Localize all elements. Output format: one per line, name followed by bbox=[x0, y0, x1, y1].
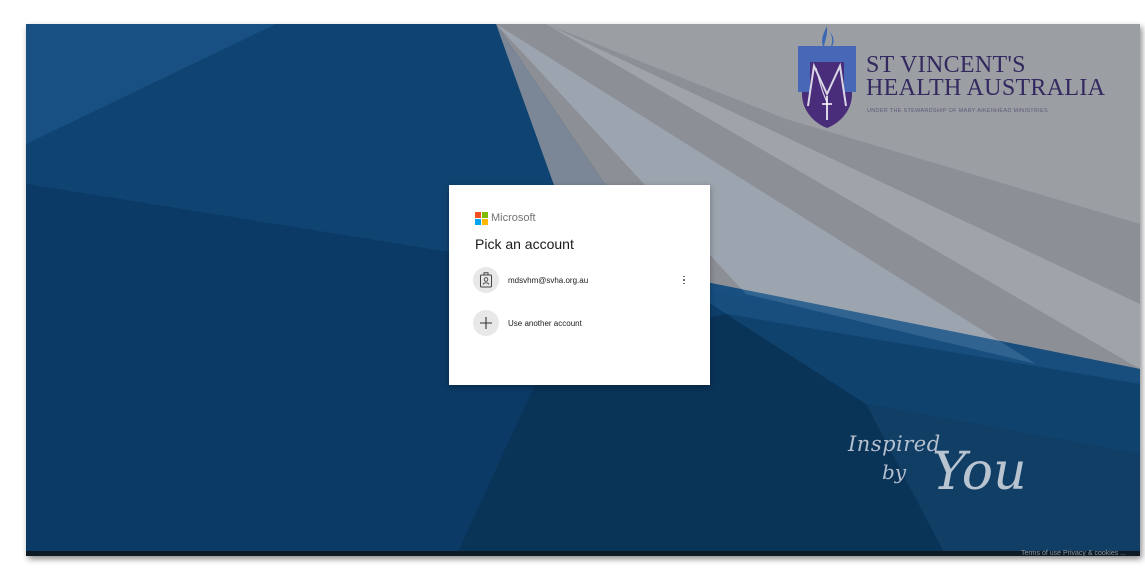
org-name-line1: ST VINCENT'S bbox=[866, 52, 1026, 78]
crest-icon bbox=[798, 26, 856, 128]
svha-logo: ST VINCENT'S HEALTH AUSTRALIA UNDER THE … bbox=[794, 24, 1134, 136]
slogan-word-you: You bbox=[932, 442, 1027, 502]
account-picker-dialog: Microsoft Pick an account mdsvhm@svha.or… bbox=[449, 185, 710, 385]
screenshot-frame: ST VINCENT'S HEALTH AUSTRALIA UNDER THE … bbox=[0, 0, 1145, 579]
org-tagline: UNDER THE STEWARDSHIP OF MARY AIKENHEAD … bbox=[867, 108, 1048, 114]
footer-links[interactable]: Terms of use Privacy & cookies ... bbox=[1021, 550, 1126, 556]
dialog-title: Pick an account bbox=[475, 236, 574, 252]
account-tile[interactable]: mdsvhm@svha.org.au bbox=[469, 265, 695, 295]
badge-icon bbox=[473, 267, 499, 293]
org-name-line2: HEALTH AUSTRALIA bbox=[866, 75, 1106, 101]
use-another-account-label: Use another account bbox=[508, 318, 582, 328]
use-another-account-button[interactable]: Use another account bbox=[469, 308, 695, 338]
more-vertical-icon[interactable] bbox=[679, 272, 689, 288]
login-background: ST VINCENT'S HEALTH AUSTRALIA UNDER THE … bbox=[26, 24, 1140, 556]
microsoft-logo-icon bbox=[475, 211, 488, 225]
microsoft-wordmark: Microsoft bbox=[491, 212, 536, 224]
plus-icon bbox=[473, 310, 499, 336]
account-email: mdsvhm@svha.org.au bbox=[508, 275, 589, 285]
microsoft-brand: Microsoft bbox=[475, 211, 536, 225]
slogan-word-by: by bbox=[882, 460, 907, 484]
footer-bar: Terms of use Privacy & cookies ... bbox=[26, 550, 1140, 556]
slogan-word-inspired: Inspired bbox=[848, 432, 941, 456]
slogan: Inspired by You bbox=[844, 422, 1084, 532]
